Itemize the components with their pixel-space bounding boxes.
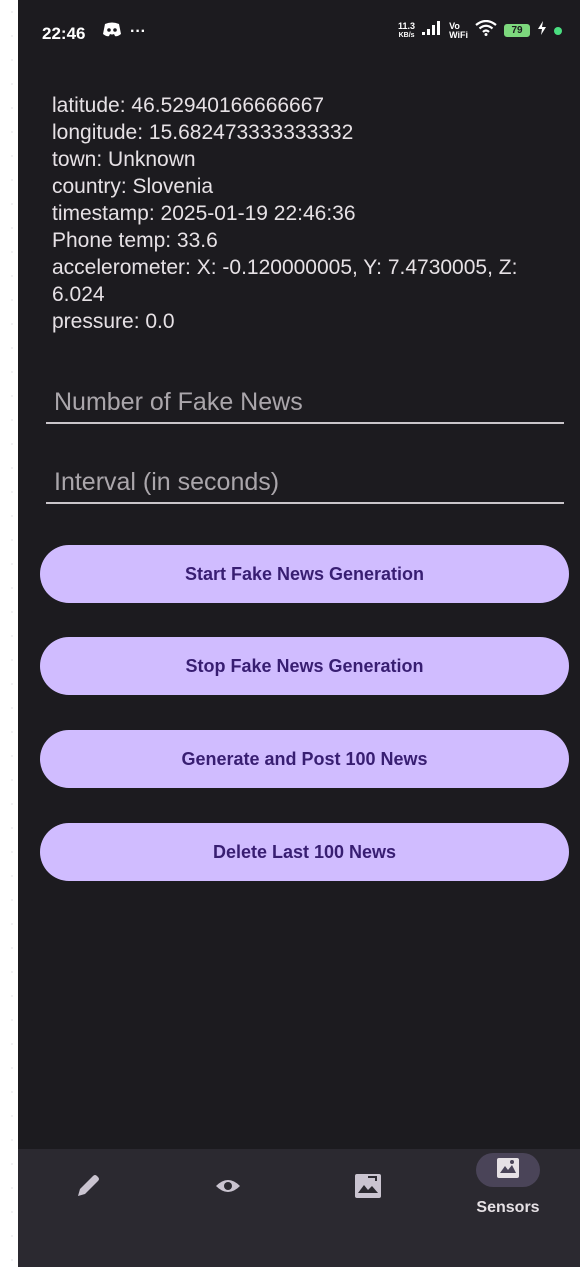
generate-post-button[interactable]: Generate and Post 100 News bbox=[40, 730, 569, 788]
fake-news-count-field bbox=[46, 378, 564, 424]
sensor-info: latitude: 46.52940166666667 longitude: 1… bbox=[52, 92, 562, 335]
nav-icon-container bbox=[336, 1171, 400, 1205]
status-left-icons: ··· bbox=[102, 22, 146, 42]
battery-level: 79 bbox=[511, 25, 523, 36]
signal-icon bbox=[422, 21, 442, 40]
nav-item-image[interactable] bbox=[298, 1149, 438, 1267]
discord-icon bbox=[102, 22, 122, 42]
more-notifications-icon: ··· bbox=[130, 23, 146, 40]
vowifi-label: WiFi bbox=[449, 29, 468, 40]
network-speed-unit: KB/s bbox=[398, 31, 415, 39]
nav-item-sensors[interactable]: Sensors bbox=[438, 1149, 578, 1267]
pencil-icon bbox=[73, 1171, 103, 1206]
privacy-indicator-dot bbox=[554, 26, 562, 35]
phone-temp-text: Phone temp: 33.6 bbox=[52, 229, 218, 252]
fake-news-count-input[interactable] bbox=[52, 387, 556, 418]
longitude-text: longitude: 15.682473333333332 bbox=[52, 121, 354, 144]
image-icon bbox=[354, 1173, 382, 1204]
nav-item-view[interactable] bbox=[158, 1149, 298, 1267]
timestamp-text: timestamp: 2025-01-19 22:46:36 bbox=[52, 202, 356, 225]
pressure-text: pressure: 0.0 bbox=[52, 310, 175, 333]
start-generation-button[interactable]: Start Fake News Generation bbox=[40, 545, 569, 603]
battery-indicator: 79 bbox=[504, 24, 530, 37]
nav-label-sensors: Sensors bbox=[476, 1199, 540, 1216]
charging-icon bbox=[537, 21, 547, 40]
wifi-icon bbox=[475, 19, 497, 41]
network-speed: 11.3 KB/s bbox=[398, 20, 416, 40]
status-right-icons: 11.3 KB/s Vo WiFi 79 bbox=[398, 19, 562, 41]
country-text: country: Slovenia bbox=[52, 175, 214, 198]
eye-icon bbox=[214, 1176, 242, 1201]
interval-field bbox=[46, 458, 564, 504]
accelerometer-text: accelerometer: X: -0.120000005, Y: 7.473… bbox=[52, 256, 518, 306]
status-time: 22:46 bbox=[42, 24, 86, 43]
nav-item-edit[interactable] bbox=[18, 1149, 158, 1267]
nav-icon-container bbox=[196, 1171, 260, 1205]
latitude-text: latitude: 46.52940166666667 bbox=[52, 94, 325, 117]
vowifi-indicator: Vo WiFi bbox=[449, 21, 468, 40]
nav-icon-container bbox=[56, 1171, 120, 1205]
network-speed-value: 11.3 bbox=[398, 20, 416, 31]
status-bar: 22:46 ··· 11.3 KB/s Vo WiFi 79 bbox=[18, 0, 580, 70]
nav-active-pill bbox=[476, 1153, 540, 1187]
sensors-icon bbox=[496, 1157, 520, 1184]
bottom-navigation: Sensors bbox=[18, 1149, 580, 1267]
delete-news-button[interactable]: Delete Last 100 News bbox=[40, 823, 569, 881]
town-text: town: Unknown bbox=[52, 148, 196, 171]
phone-screen: 22:46 ··· 11.3 KB/s Vo WiFi 79 latitude:… bbox=[18, 0, 580, 1267]
interval-input[interactable] bbox=[52, 467, 556, 498]
stop-generation-button[interactable]: Stop Fake News Generation bbox=[40, 637, 569, 695]
